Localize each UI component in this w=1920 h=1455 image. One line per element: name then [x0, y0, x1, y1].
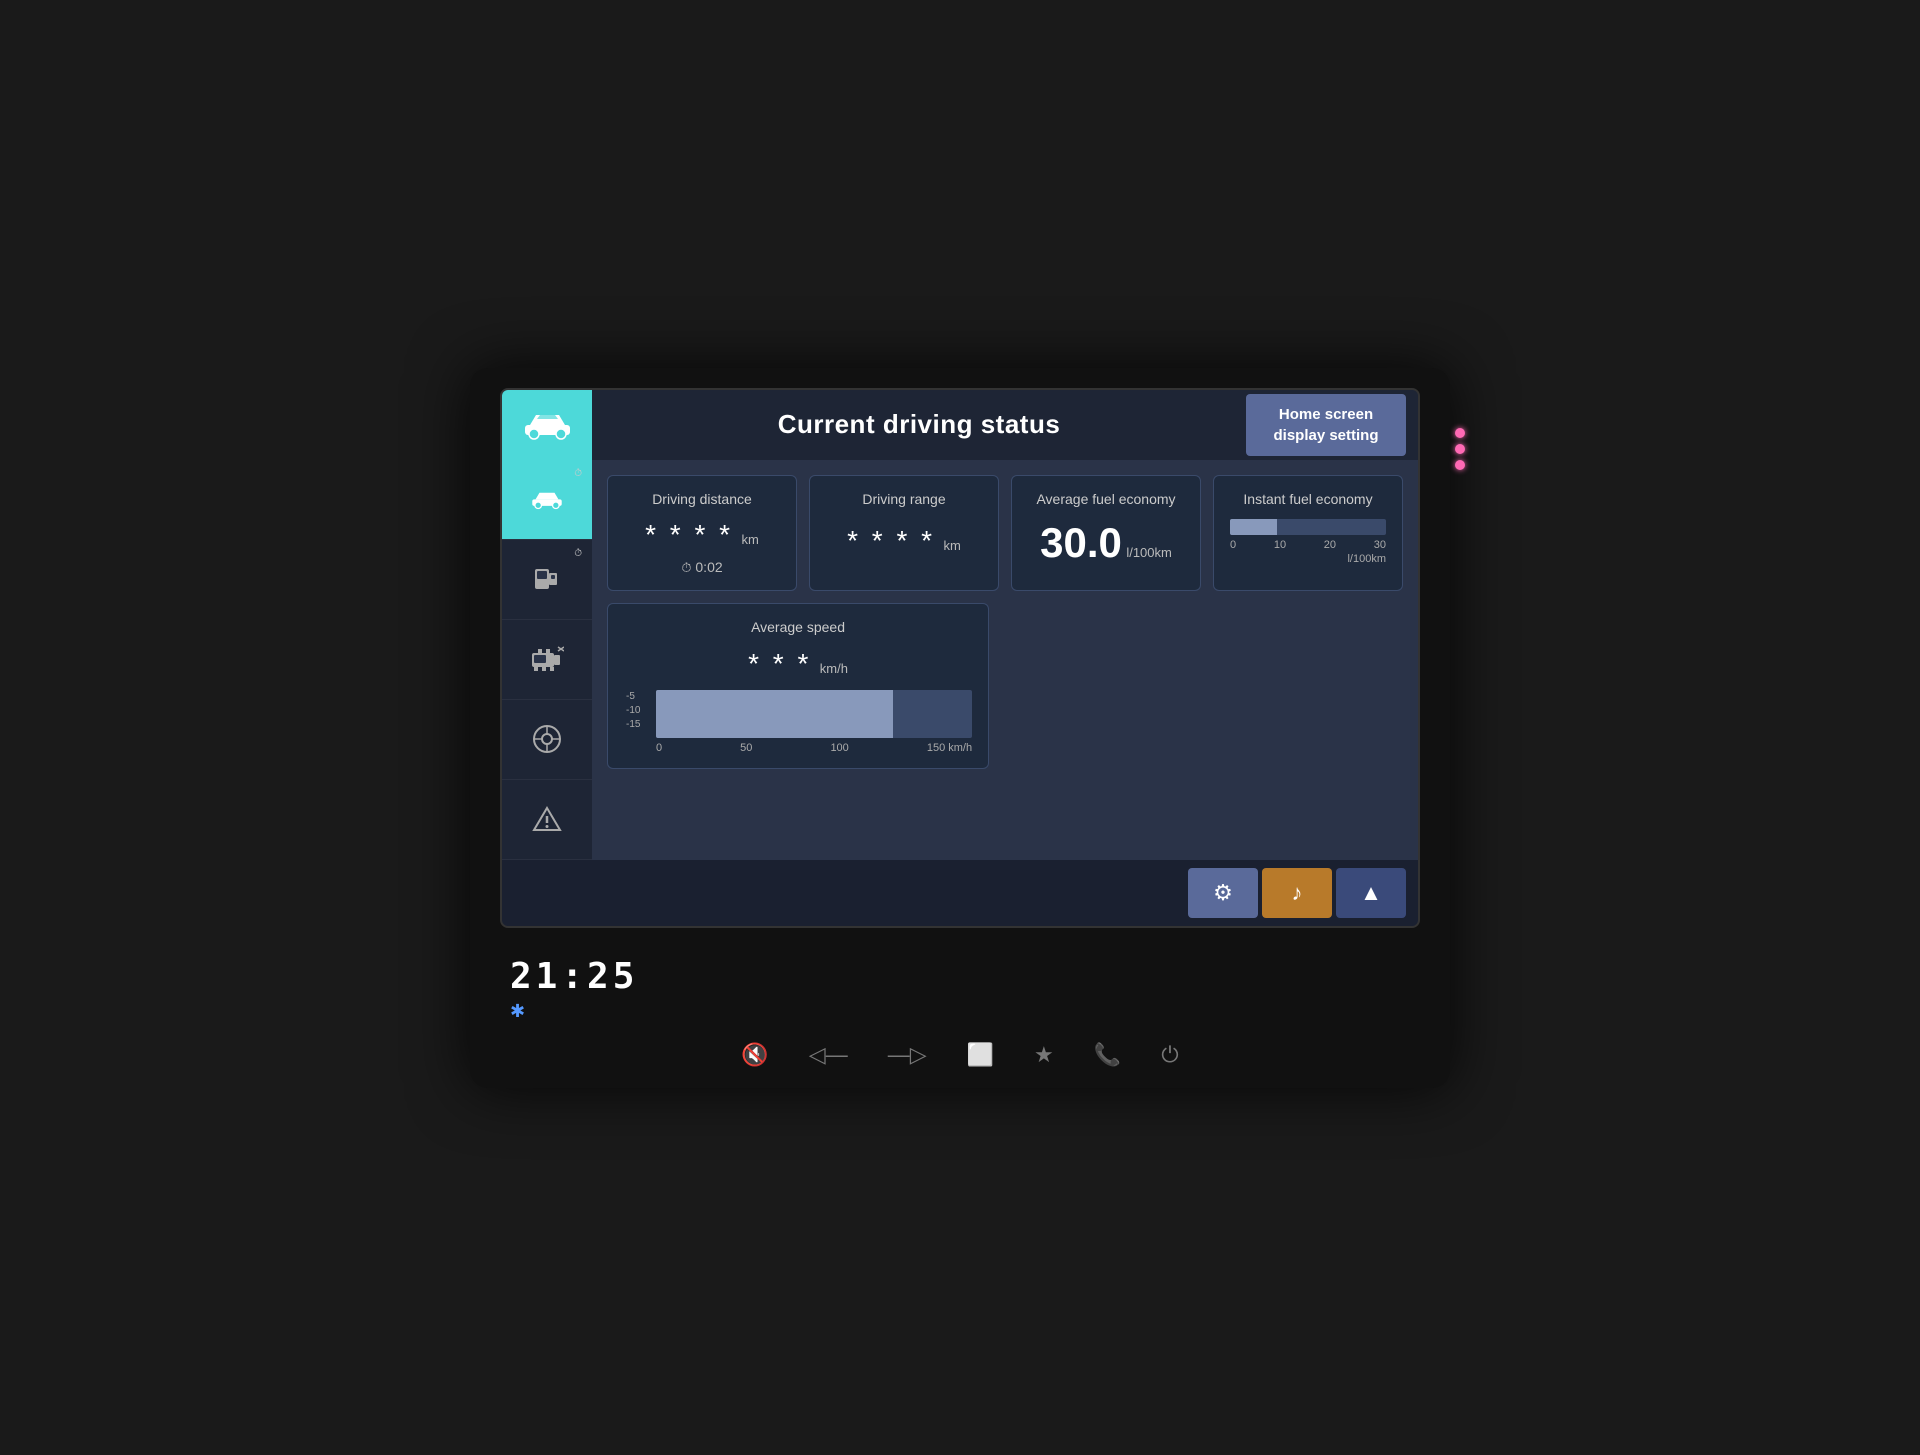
- driving-distance-title: Driving distance: [624, 490, 780, 510]
- led-dot-2: [1455, 444, 1465, 454]
- led-dot-1: [1455, 428, 1465, 438]
- timer-icon: ⏱: [681, 560, 691, 575]
- screen-body: ⏱ ⏱: [502, 460, 1418, 860]
- nav-icon: ▲: [1360, 880, 1382, 906]
- screen-button[interactable]: ⬜: [967, 1042, 994, 1068]
- avg-fuel-unit: l/100km: [1126, 545, 1172, 560]
- shortcut-bar: ⚙ ♪ ▲: [502, 860, 1418, 926]
- top-stats-row: Driving distance * * * * km ⏱ 0:02: [607, 475, 1403, 592]
- device-controls: 21:25 ✱ 🔇 ◁— —▷ ⬜ ★ 📞 ⏻: [470, 956, 1450, 1068]
- driving-distance-value: * * * *: [645, 519, 733, 550]
- instant-fuel-bar-bg: [1230, 519, 1386, 535]
- car-icon-header: [502, 390, 592, 460]
- music-icon: ♪: [1292, 880, 1303, 906]
- sidebar-item-warning[interactable]: [502, 780, 592, 860]
- vol-up-button[interactable]: —▷: [888, 1042, 927, 1068]
- sidebar-item-wheel[interactable]: [502, 700, 592, 780]
- avg-speed-title: Average speed: [624, 618, 972, 638]
- instant-fuel-bar-fill: [1230, 519, 1277, 535]
- home-screen-btn[interactable]: Home screen display setting: [1246, 394, 1406, 456]
- star-button[interactable]: ★: [1034, 1042, 1054, 1068]
- mute-button[interactable]: 🔇: [741, 1042, 768, 1068]
- led-dot-3: [1455, 460, 1465, 470]
- instant-fuel-bar-labels: 0 10 20 30: [1230, 539, 1386, 551]
- screen-header: Current driving status Home screen displ…: [502, 390, 1418, 460]
- speed-y-label-3: -15: [626, 718, 640, 732]
- clock-display: 21:25: [510, 956, 1410, 997]
- avg-fuel-value: 30.0: [1040, 519, 1122, 566]
- sidebar-item-car[interactable]: ⏱: [502, 460, 592, 540]
- driving-range-value: * * * *: [847, 525, 935, 556]
- avg-speed-unit: km/h: [820, 661, 848, 676]
- shortcut-music[interactable]: ♪: [1262, 868, 1332, 918]
- driving-range-unit: km: [944, 538, 961, 553]
- instant-fuel-chart: 0 10 20 30 l/100km: [1230, 519, 1386, 565]
- sidebar-badge-2: ⏱: [574, 548, 582, 559]
- driving-distance-card: Driving distance * * * * km ⏱ 0:02: [607, 475, 797, 592]
- sidebar-item-engine[interactable]: [502, 620, 592, 700]
- shortcut-settings[interactable]: ⚙: [1188, 868, 1258, 918]
- sidebar-badge-1: ⏱: [574, 468, 582, 479]
- main-screen: Current driving status Home screen displ…: [500, 388, 1420, 928]
- avg-fuel-title: Average fuel economy: [1028, 490, 1184, 510]
- bluetooth-icon: ✱: [510, 1001, 1410, 1022]
- driving-distance-time: ⏱ 0:02: [624, 559, 780, 576]
- speed-y-label-1: -5: [626, 690, 640, 704]
- bottom-stats-row: Average speed * * * km/h -5 -10: [607, 603, 1403, 769]
- control-buttons: 🔇 ◁— —▷ ⬜ ★ 📞 ⏻: [510, 1042, 1410, 1068]
- avg-speed-value: * * *: [748, 648, 811, 679]
- driving-range-card: Driving range * * * * km: [809, 475, 999, 592]
- avg-fuel-card: Average fuel economy 30.0 l/100km: [1011, 475, 1201, 592]
- shortcut-nav[interactable]: ▲: [1336, 868, 1406, 918]
- driving-distance-unit: km: [742, 532, 759, 547]
- speed-y-label-2: -10: [626, 704, 640, 718]
- avg-speed-card: Average speed * * * km/h -5 -10: [607, 603, 989, 769]
- power-button[interactable]: ⏻: [1161, 1042, 1178, 1068]
- instant-fuel-title: Instant fuel economy: [1230, 490, 1386, 510]
- sidebar: ⏱ ⏱: [502, 460, 592, 860]
- speed-x-labels: 0 50 100 150 km/h: [656, 742, 972, 754]
- driving-range-title: Driving range: [826, 490, 982, 510]
- phone-button[interactable]: 📞: [1094, 1042, 1121, 1068]
- instant-fuel-card: Instant fuel economy 0 10 20 30: [1213, 475, 1403, 592]
- vol-down-button[interactable]: ◁—: [809, 1042, 848, 1068]
- instant-fuel-bar-unit: l/100km: [1230, 553, 1386, 565]
- main-content: Driving distance * * * * km ⏱ 0:02: [592, 460, 1418, 860]
- sidebar-item-fuel[interactable]: ⏱: [502, 540, 592, 620]
- led-indicator: [1455, 428, 1465, 470]
- settings-icon: ⚙: [1213, 880, 1233, 906]
- avg-speed-chart: -5 -10 -15 0: [624, 690, 972, 754]
- screen-title: Current driving status: [592, 409, 1246, 440]
